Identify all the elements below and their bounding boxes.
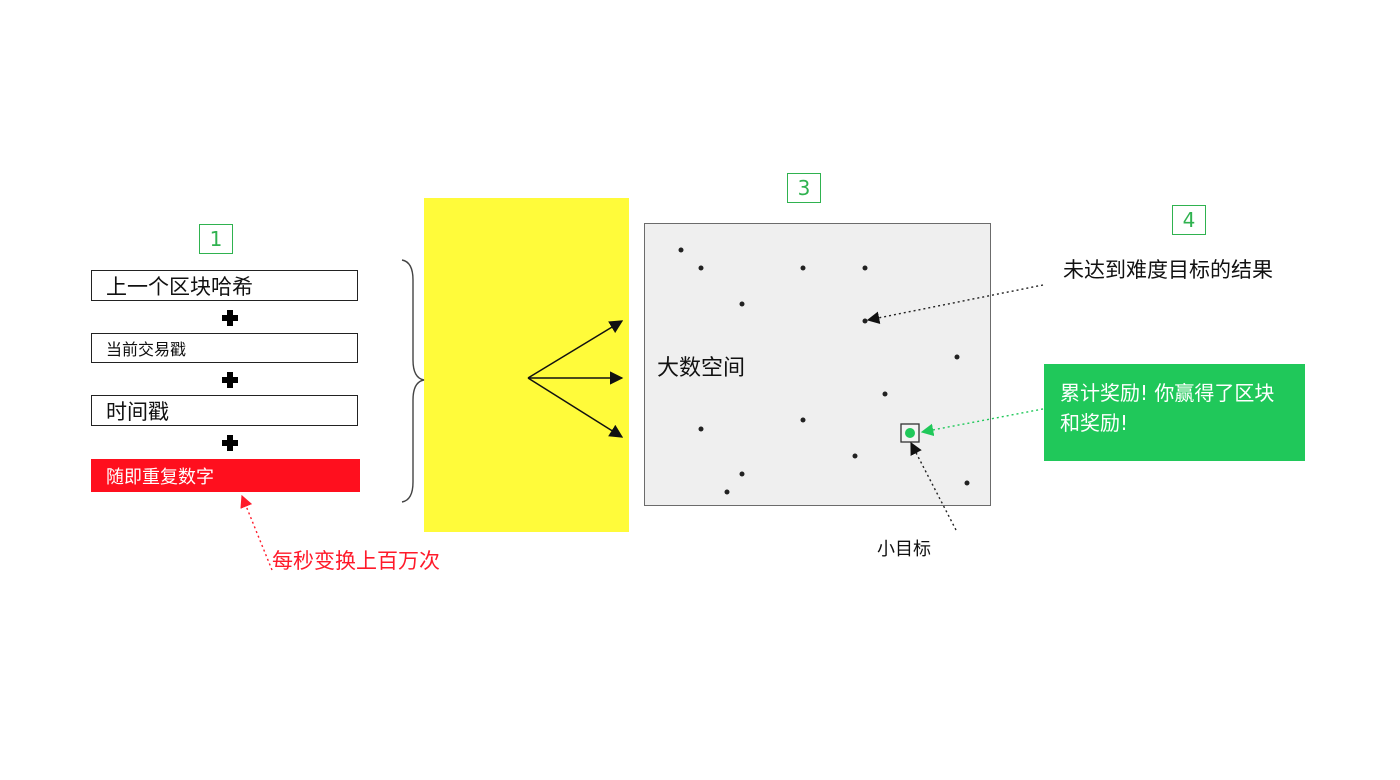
nonce-box: 随即重复数字: [91, 459, 360, 492]
mutation-connector: [240, 494, 273, 571]
prev-block-hash-box: 上一个区块哈希: [91, 270, 358, 301]
plus-icon: [222, 435, 238, 451]
reward-box: 累计奖励! 你赢得了区块和奖励!: [1044, 364, 1305, 461]
step-badge-4: 4: [1172, 205, 1206, 235]
hash-function-block: [424, 198, 629, 532]
plus-icon: [222, 372, 238, 388]
plus-icon: [222, 310, 238, 326]
tx-stamp-label: 当前交易戳: [106, 340, 187, 359]
target-label: 小目标: [877, 539, 931, 560]
prev-block-hash-label: 上一个区块哈希: [106, 274, 253, 299]
tx-stamp-box: 当前交易戳: [91, 333, 358, 363]
number-space-label: 大数空间: [657, 356, 746, 381]
reward-text: 累计奖励! 你赢得了区块和奖励!: [1060, 381, 1275, 435]
step-badge-3: 3: [787, 173, 821, 203]
mutation-note: 每秒变换上百万次: [272, 549, 440, 573]
step-badge-1: 1: [199, 224, 233, 254]
timestamp-box: 时间戳: [91, 395, 358, 426]
nonce-label: 随即重复数字: [106, 466, 214, 488]
input-brace: [401, 259, 425, 503]
missed-result-label: 未达到难度目标的结果: [1063, 258, 1273, 282]
timestamp-label: 时间戳: [106, 399, 169, 424]
